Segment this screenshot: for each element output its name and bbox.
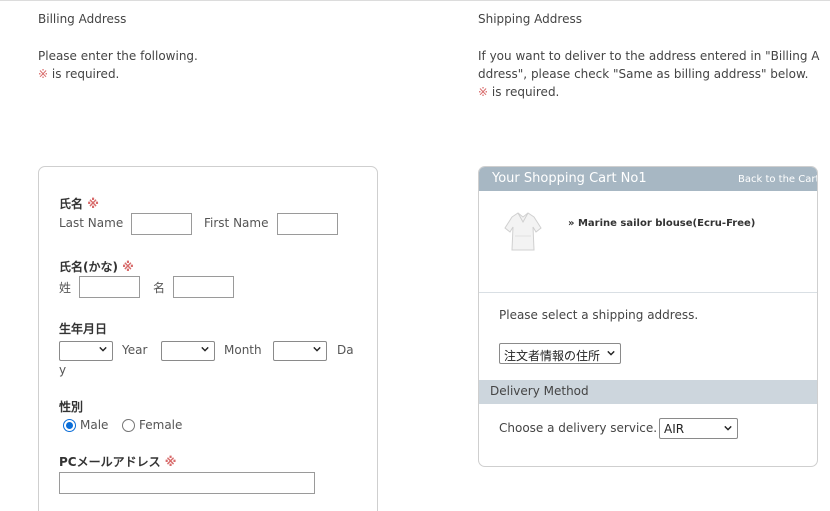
delivery-service-select[interactable]: AIR [659, 418, 738, 439]
required-mark: ※ [164, 455, 177, 469]
gender-female-radio[interactable] [122, 419, 135, 432]
shipping-address-select[interactable]: 注文者情報の住所 [499, 343, 621, 364]
year-select[interactable] [59, 341, 113, 361]
billing-intro-text: Please enter the following. [38, 49, 198, 63]
billing-intro: Please enter the following. ※ is require… [38, 47, 198, 83]
required-mark: ※ [122, 260, 134, 274]
month-select[interactable] [161, 341, 215, 361]
email-input[interactable] [59, 472, 315, 494]
kana-label: 氏名(かな) ※ [59, 258, 134, 275]
gender-male-radio[interactable] [63, 419, 76, 432]
first-name-input[interactable] [277, 213, 338, 235]
required-note-text: is required. [48, 67, 120, 81]
year-caption: Year [122, 343, 148, 357]
billing-form-card: 氏名 ※ Last Name First Name 氏名(かな) ※ 姓 名 生… [38, 166, 378, 511]
cart-divider [479, 292, 817, 293]
required-note-text: is required. [488, 85, 560, 99]
day-select[interactable] [273, 341, 327, 361]
chevron-down-icon [201, 346, 209, 352]
month-caption: Month [224, 343, 262, 357]
mei-caption: 名 [153, 281, 166, 295]
cart-title: Your Shopping Cart No1 [492, 171, 647, 186]
name-label: 氏名 ※ [59, 195, 99, 212]
cart-header: Your Shopping Cart No1 Back to the Cart [479, 167, 817, 191]
email-label: PCメールアドレス ※ [59, 453, 176, 470]
last-name-input[interactable] [131, 213, 192, 235]
back-to-cart-link[interactable]: Back to the Cart [738, 174, 817, 185]
birth-label: 生年月日 [59, 322, 108, 336]
shipping-intro-line1: If you want to deliver to the address en… [478, 49, 820, 63]
chevron-down-icon [724, 425, 732, 431]
shipping-heading: Shipping Address [478, 12, 582, 26]
shipping-required-note: ※ is required. [478, 83, 819, 101]
shipping-intro: If you want to deliver to the address en… [478, 47, 819, 101]
chevron-down-icon [99, 346, 107, 352]
product-thumbnail[interactable] [500, 208, 546, 254]
day-caption: Da [337, 343, 354, 357]
mei-input[interactable] [173, 276, 234, 298]
shopping-cart-card: Your Shopping Cart No1 Back to the Cart … [478, 166, 818, 467]
name-label-text: 氏名 [59, 197, 84, 211]
email-label-text: PCメールアドレス [59, 455, 161, 469]
kana-label-text: 氏名(かな) [59, 260, 118, 274]
shipping-intro-line2: ddress", please check "Same as billing a… [478, 67, 809, 81]
male-caption: Male [80, 418, 109, 432]
shipping-select-prompt: Please select a shipping address. [499, 308, 699, 322]
last-name-caption: Last Name [59, 216, 124, 230]
billing-required-note: ※ is required. [38, 65, 198, 83]
required-mark: ※ [478, 85, 489, 99]
billing-heading: Billing Address [38, 12, 127, 26]
chevron-down-icon [607, 350, 615, 356]
delivery-method-heading: Delivery Method [490, 384, 589, 398]
gender-label: 性別 [59, 400, 84, 414]
chevron-down-icon [313, 346, 321, 352]
sei-caption: 姓 [59, 281, 72, 295]
delivery-prompt: Choose a delivery service. [499, 421, 658, 435]
first-name-caption: First Name [204, 216, 269, 230]
female-caption: Female [139, 418, 183, 432]
product-name: Marine sailor blouse(Ecru-Free) [577, 218, 756, 229]
product-link[interactable]: » Marine sailor blouse(Ecru-Free) [568, 218, 755, 229]
top-divider [0, 0, 830, 1]
product-prefix: » [568, 218, 575, 229]
delivery-service-value: AIR [664, 422, 685, 436]
required-mark: ※ [87, 197, 99, 211]
day-caption-wrap: y [59, 363, 67, 377]
required-mark: ※ [38, 67, 49, 81]
delivery-method-band: Delivery Method [479, 380, 817, 404]
shipping-address-value: 注文者情報の住所 [504, 349, 601, 363]
sei-input[interactable] [79, 276, 140, 298]
